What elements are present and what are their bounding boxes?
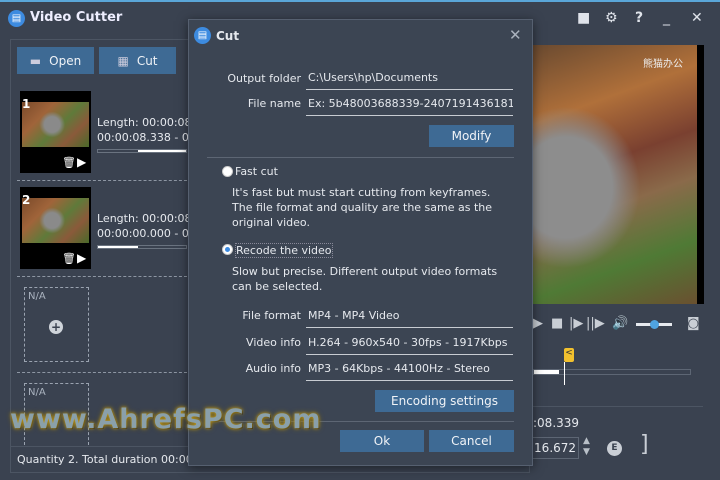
add-icon[interactable]: + <box>49 320 63 334</box>
open-button[interactable]: ▬ Open <box>17 47 94 74</box>
encoding-settings-button[interactable]: Encoding settings <box>375 390 514 412</box>
empty-slot[interactable]: N/A + <box>24 287 89 362</box>
end-time-input[interactable]: :16.672 <box>527 437 579 459</box>
dialog-title: Cut <box>216 29 240 43</box>
folder-icon: ▬ <box>29 53 42 68</box>
minimize-icon[interactable]: _ <box>663 10 670 26</box>
playhead <box>564 362 565 385</box>
empty-slot-label: N/A <box>28 291 46 302</box>
output-folder-label: Output folder <box>227 72 301 85</box>
modify-button[interactable]: Modify <box>429 125 514 147</box>
cut-dialog: ▤ Cut ✕ Output folder C:\Users\hp\Docume… <box>188 19 533 466</box>
open-label: Open <box>49 53 82 68</box>
time-stepper[interactable]: ▲ ▼ <box>583 436 590 458</box>
item-progress <box>97 149 187 153</box>
volume-icon[interactable]: 🔊 <box>612 316 628 331</box>
app-logo-icon: ▤ <box>8 10 25 27</box>
item-length: Length: 00:00:08.3 <box>97 116 203 129</box>
camera-icon[interactable]: ◙ <box>687 316 700 331</box>
item-progress <box>97 245 187 249</box>
play-icon[interactable]: ▶ <box>77 155 86 169</box>
folder-icon[interactable]: ■ <box>577 10 590 26</box>
file-name-field[interactable]: Ex: 5b48003688339-240719143618188.n <box>306 94 513 116</box>
item-range: 00:00:08.338 - 00 <box>97 131 196 144</box>
divider <box>207 157 514 158</box>
video-preview[interactable]: 熊猫办公 <box>533 45 704 304</box>
dialog-logo-icon: ▤ <box>194 27 211 44</box>
divider <box>17 372 187 373</box>
recode-radio[interactable] <box>222 244 233 255</box>
video-thumbnail[interactable]: 1 🗑 ▶ <box>20 91 91 173</box>
watermark-overlay: www.AhrefsPC.com <box>10 404 322 435</box>
play-icon[interactable]: ▶ <box>77 251 86 265</box>
film-icon: ▦ <box>117 53 129 68</box>
fast-cut-radio[interactable] <box>222 166 233 177</box>
stop-icon[interactable]: ■ <box>551 316 563 331</box>
delete-icon[interactable]: 🗑 <box>62 156 76 169</box>
fast-cut-label[interactable]: Fast cut <box>235 165 278 178</box>
file-name-label: File name <box>247 97 301 110</box>
help-icon[interactable]: ? <box>635 10 643 26</box>
output-folder-field[interactable]: C:\Users\hp\Documents <box>306 68 513 90</box>
start-marker[interactable]: < <box>564 348 574 362</box>
cut-label: Cut <box>136 53 158 68</box>
video-info-field: H.264 - 960x540 - 30fps - 1917Kbps <box>306 333 513 355</box>
app-window: ▤ Video Cutter ■ ⚙ ? _ ✕ ▬ Open ▦ Cut 1 🗑 … <box>0 0 720 480</box>
item-range: 00:00:00.000 - 00 <box>97 227 196 240</box>
gear-icon[interactable]: ⚙ <box>605 10 618 26</box>
play-icon[interactable]: ▶ <box>533 316 543 331</box>
end-bracket-icon[interactable]: ] <box>640 432 649 457</box>
item-index: 2 <box>22 193 31 207</box>
video-watermark: 熊猫办公 <box>643 59 683 70</box>
fast-forward-icon[interactable]: ||▶ <box>586 316 605 331</box>
cancel-button[interactable]: Cancel <box>429 430 514 452</box>
close-icon[interactable]: ✕ <box>691 10 703 26</box>
volume-slider[interactable] <box>636 320 672 329</box>
item-length: Length: 00:00:08.3 <box>97 212 203 225</box>
divider <box>17 276 187 277</box>
empty-slot-label: N/A <box>28 387 46 398</box>
set-end-icon[interactable]: E <box>607 441 622 456</box>
item-index: 1 <box>22 97 31 111</box>
recode-description: Slow but precise. Different output video… <box>232 265 498 293</box>
app-title: Video Cutter <box>30 10 123 25</box>
ok-button[interactable]: Ok <box>340 430 424 452</box>
file-format-label: File format <box>242 309 301 322</box>
close-icon[interactable]: ✕ <box>509 26 522 44</box>
recode-label[interactable]: Recode the video <box>235 243 333 258</box>
start-time: :08.339 <box>533 416 580 430</box>
file-format-select[interactable]: MP4 - MP4 Video <box>306 306 513 328</box>
divider <box>533 406 703 407</box>
audio-info-label: Audio info <box>245 362 301 375</box>
cut-button[interactable]: ▦ Cut <box>99 47 176 74</box>
video-thumbnail[interactable]: 2 🗑 ▶ <box>20 187 91 269</box>
delete-icon[interactable]: 🗑 <box>62 252 76 265</box>
video-info-label: Video info <box>246 336 301 349</box>
timeline[interactable] <box>533 369 691 375</box>
next-frame-icon[interactable]: |▶ <box>569 316 583 331</box>
audio-info-field: MP3 - 64Kbps - 44100Hz - Stereo <box>306 359 513 381</box>
divider <box>17 180 187 181</box>
fast-cut-description: It's fast but must start cutting from ke… <box>232 186 493 229</box>
volume-slider-knob[interactable] <box>650 320 659 329</box>
